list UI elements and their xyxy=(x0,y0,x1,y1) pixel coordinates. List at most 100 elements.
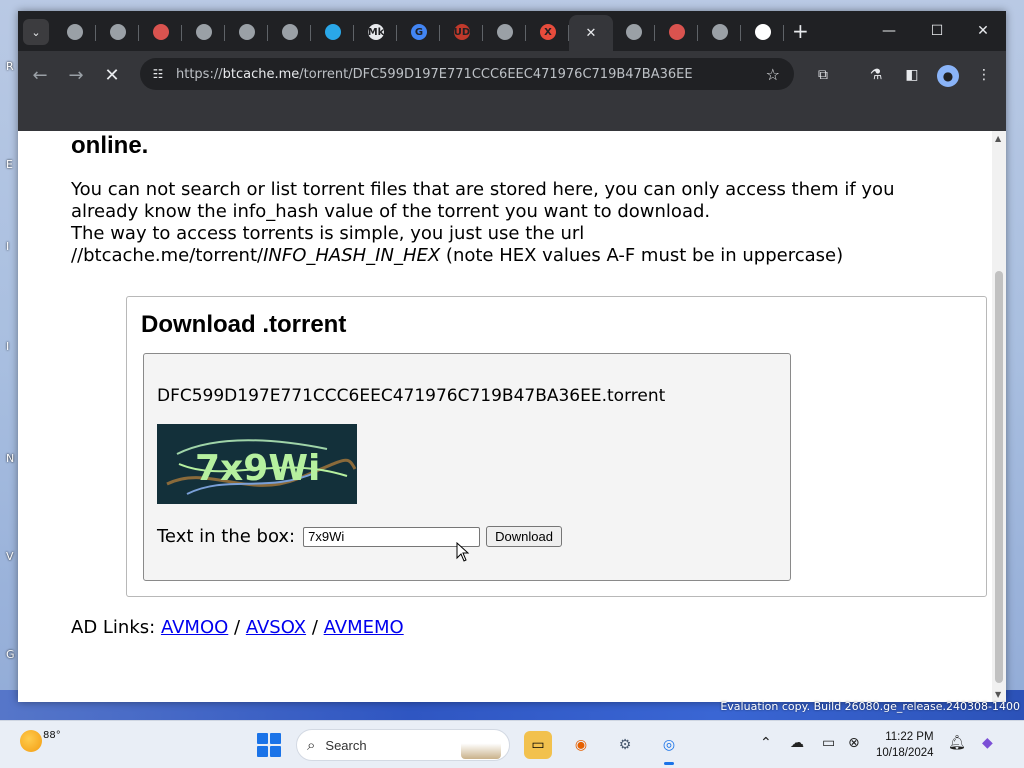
start-button[interactable] xyxy=(257,733,281,757)
new-tab-button[interactable]: + xyxy=(792,21,809,41)
search-icon: ⌕ xyxy=(307,736,316,754)
taskbar-search[interactable]: ⌕ Search xyxy=(296,729,510,761)
browser-tab[interactable] xyxy=(269,15,311,49)
browser-tab[interactable] xyxy=(484,15,526,49)
scrollbar-thumb[interactable] xyxy=(995,271,1003,683)
site-info-icon[interactable]: ☷ xyxy=(140,67,176,81)
clock-date: 10/18/2024 xyxy=(876,747,934,759)
copilot-icon[interactable]: ◆ xyxy=(982,735,993,751)
extensions-icon[interactable]: ⧉ xyxy=(813,65,833,85)
tab-search-button[interactable]: ⌄ xyxy=(23,19,49,45)
display-icon[interactable]: ▭ xyxy=(822,735,835,751)
url-format-note: (note HEX values A-F must be in uppercas… xyxy=(440,245,844,266)
address-bar[interactable]: ☷ https://btcache.me/torrent/DFC599D197E… xyxy=(140,58,794,90)
sun-icon xyxy=(20,730,42,752)
file-explorer-icon[interactable]: ▭ xyxy=(524,731,552,759)
clock-time: 11:22 PM xyxy=(885,731,934,743)
stop-loading-button[interactable]: ✕ xyxy=(100,63,124,87)
scroll-up-arrow-icon[interactable]: ▲ xyxy=(995,134,1001,143)
maximize-icon: ☐ xyxy=(930,23,944,39)
captcha-input[interactable] xyxy=(303,526,481,547)
browser-tab[interactable] xyxy=(54,15,96,49)
desktop-icon-label[interactable]: R xyxy=(6,60,16,73)
browser-window: ⌄ Mk G UD X ✕ + — ☐ ✕ ← → ✕ ☷ https://btcach… xyxy=(18,11,1006,702)
settings-gear-icon[interactable]: ⚙ xyxy=(611,731,639,759)
ad-link-avmemo[interactable]: AVMEMO xyxy=(324,617,404,638)
ad-link-separator: / xyxy=(311,617,318,638)
tray-chevron-up-icon[interactable]: ⌃ xyxy=(760,735,772,751)
maximize-button[interactable]: ☐ xyxy=(914,17,960,45)
globe-tab-icon xyxy=(497,24,513,40)
desktop-icon-label[interactable]: N xyxy=(6,452,16,465)
search-highlight-image xyxy=(461,733,501,759)
mk-tab-icon: Mk xyxy=(368,24,384,40)
bookmark-bar xyxy=(18,99,1006,131)
desktop-icon-label[interactable]: I xyxy=(6,240,16,253)
browser-tab[interactable]: ✕ xyxy=(569,15,613,51)
side-panel-icon[interactable]: ◧ xyxy=(902,65,922,85)
globe-tab-icon xyxy=(282,24,298,40)
page-viewport: online. You can not search or list torre… xyxy=(18,131,1006,702)
weather-temperature: 88° xyxy=(43,730,61,741)
desktop-icon-label[interactable]: E xyxy=(6,158,16,171)
taskbar: 88° ⌕ Search ▭ ◉ ⚙ ◎ ⌃ ☁ ▭ ⊗ 11:22 PM 10… xyxy=(0,720,1024,768)
scroll-down-arrow-icon[interactable]: ▼ xyxy=(995,690,1001,699)
captcha-image: 7x9Wi xyxy=(157,424,357,504)
browser-tab[interactable] xyxy=(656,15,698,49)
globe-tab-icon xyxy=(196,24,212,40)
profile-avatar-icon[interactable]: ● xyxy=(937,65,959,87)
onedrive-cloud-icon[interactable]: ☁ xyxy=(790,735,804,751)
download-box-title: Download .torrent xyxy=(141,311,347,338)
browser-tab[interactable] xyxy=(312,15,354,49)
arrow-right-icon: → xyxy=(68,64,84,86)
minimize-icon: — xyxy=(882,23,896,39)
ad-link-avmoo[interactable]: AVMOO xyxy=(161,617,228,638)
firefox-icon[interactable]: ◉ xyxy=(567,731,595,759)
infinity-tab-icon xyxy=(669,24,685,40)
browser-tab[interactable] xyxy=(699,15,741,49)
browser-tab[interactable]: X xyxy=(527,15,569,49)
desktop-icon-label[interactable]: V xyxy=(6,550,16,563)
g-tab-icon: G xyxy=(411,24,427,40)
blue-circle-tab-icon xyxy=(325,24,341,40)
browser-tab[interactable] xyxy=(97,15,139,49)
chrome-icon[interactable]: ◎ xyxy=(655,731,683,765)
network-icon[interactable]: ⊗ xyxy=(848,735,860,751)
ublock-tab-icon: UD xyxy=(454,24,470,40)
browser-tab[interactable] xyxy=(140,15,182,49)
browser-tab[interactable] xyxy=(613,15,655,49)
labs-flask-icon[interactable]: ⚗ xyxy=(866,65,886,85)
windows-logo-icon xyxy=(257,733,268,744)
download-button[interactable]: Download xyxy=(486,526,562,547)
weather-widget[interactable]: 88° xyxy=(20,730,61,752)
browser-tab[interactable] xyxy=(183,15,225,49)
desktop-icon-label[interactable]: G xyxy=(6,648,16,661)
ad-link-separator: / xyxy=(234,617,241,638)
captcha-input-label: Text in the box: xyxy=(157,526,296,547)
notification-bell-icon[interactable]: 🔔︎ xyxy=(948,735,966,751)
close-window-button[interactable]: ✕ xyxy=(960,17,1006,45)
generic-tab-icon xyxy=(110,24,126,40)
blank-tab-icon xyxy=(239,24,255,40)
back-button[interactable]: ← xyxy=(28,63,52,87)
desktop-icon-label[interactable]: I xyxy=(6,340,16,353)
url-scheme: https:// xyxy=(176,66,223,82)
mouse-cursor-icon xyxy=(456,542,470,562)
browser-tab[interactable]: UD xyxy=(441,15,483,49)
evaluation-watermark: Evaluation copy. Build 26080.ge_release.… xyxy=(720,700,1020,713)
taskbar-clock[interactable]: 11:22 PM 10/18/2024 xyxy=(876,729,934,761)
globe-tab-icon xyxy=(626,24,642,40)
bookmark-star-icon[interactable]: ☆ xyxy=(766,65,780,84)
download-torrent-box: Download .torrent DFC599D197E771CCC6EEC4… xyxy=(126,296,987,597)
minimize-button[interactable]: — xyxy=(866,17,912,45)
page-scrollbar[interactable]: ▲ ▼ xyxy=(992,131,1006,702)
browser-tab[interactable]: G xyxy=(398,15,440,49)
ad-link-avsox[interactable]: AVSOX xyxy=(246,617,306,638)
intro-line-2: The way to access torrents is simple, yo… xyxy=(71,223,585,244)
browser-tab[interactable] xyxy=(226,15,268,49)
browser-tab[interactable]: Mk xyxy=(355,15,397,49)
forward-button[interactable]: → xyxy=(64,63,88,87)
browser-tab[interactable] xyxy=(742,15,784,49)
menu-kebab-icon[interactable]: ⋮ xyxy=(974,65,994,85)
white-square-tab-icon xyxy=(755,24,771,40)
